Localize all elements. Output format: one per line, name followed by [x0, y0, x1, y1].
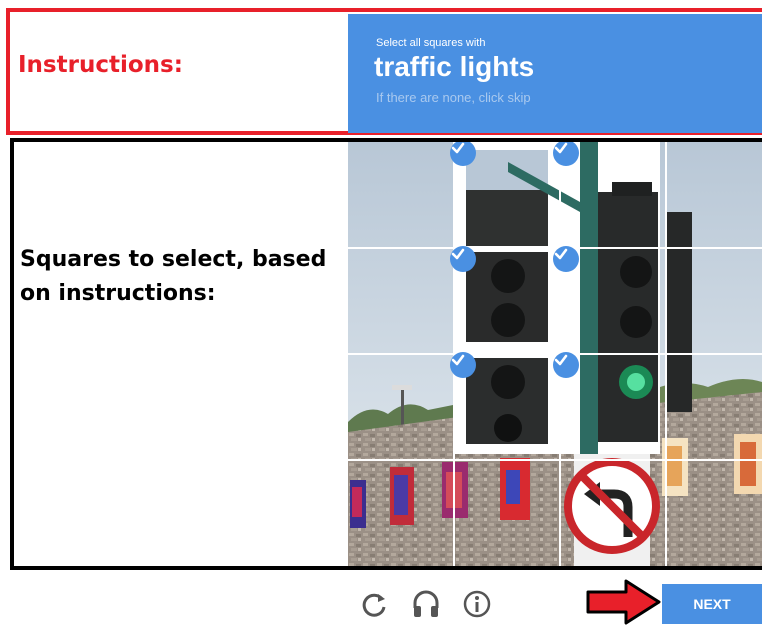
grid-tile[interactable]	[659, 354, 762, 460]
challenge-prompt: Select all squares with	[376, 37, 485, 49]
grid-tile[interactable]	[555, 248, 659, 354]
checkmark-icon	[450, 246, 476, 272]
challenge-header: Select all squares with traffic lights I…	[348, 14, 762, 133]
grid-tile[interactable]	[452, 248, 556, 354]
grid-tile[interactable]	[348, 354, 452, 460]
checkmark-icon	[553, 246, 579, 272]
instructions-label: Instructions:	[18, 52, 183, 78]
reload-icon[interactable]	[358, 588, 390, 620]
checkmark-icon	[553, 142, 579, 166]
grid-tile[interactable]	[555, 460, 659, 566]
grid-tile[interactable]	[659, 460, 762, 566]
image-grid	[348, 142, 762, 566]
next-button[interactable]: NEXT	[662, 584, 762, 624]
grid-tile[interactable]	[555, 142, 659, 248]
headphones-icon[interactable]	[410, 588, 442, 620]
grid-tile[interactable]	[452, 460, 556, 566]
grid-tile[interactable]	[555, 354, 659, 460]
squares-label: Squares to select, based on instructions…	[20, 243, 340, 311]
checkmark-icon	[450, 142, 476, 166]
challenge-target: traffic lights	[374, 51, 534, 83]
arrow-pointer-icon	[586, 578, 662, 626]
grid-tile[interactable]	[348, 248, 452, 354]
checkmark-icon	[553, 352, 579, 378]
grid-tile[interactable]	[348, 460, 452, 566]
info-icon[interactable]	[461, 588, 493, 620]
grid-tile[interactable]	[348, 142, 452, 248]
challenge-hint: If there are none, click skip	[376, 90, 531, 105]
grid-tile[interactable]	[659, 142, 762, 248]
grid-tile[interactable]	[452, 142, 556, 248]
grid-tile[interactable]	[659, 248, 762, 354]
grid-tile[interactable]	[452, 354, 556, 460]
checkmark-icon	[450, 352, 476, 378]
